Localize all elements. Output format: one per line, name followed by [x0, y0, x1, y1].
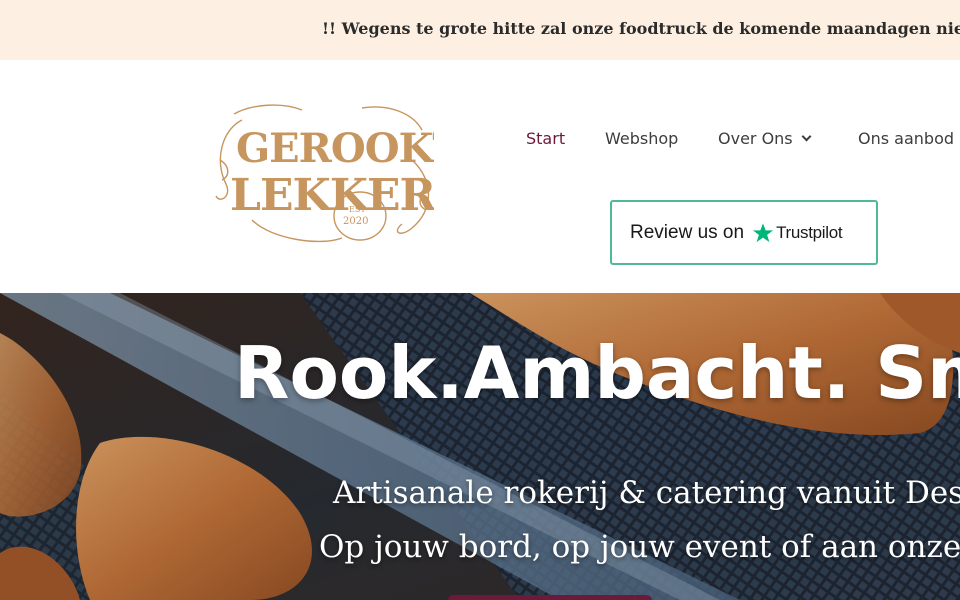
site-logo[interactable]: GEROOKT LEKKERS EST 2020 [212, 100, 434, 246]
announcement-bar: !! Wegens te grote hitte zal onze foodtr… [0, 0, 960, 60]
hero-cta-button[interactable] [448, 595, 652, 600]
nav-item-ons-aanbod[interactable]: Ons aanbod [858, 129, 954, 148]
logo-year: 2020 [343, 216, 368, 227]
trustpilot-star-icon [752, 222, 774, 242]
hero-title: Rook.Ambacht. Smaak. [234, 331, 960, 415]
announcement-text: !! Wegens te grote hitte zal onze foodtr… [322, 19, 960, 38]
logo-est: EST [349, 205, 366, 214]
nav-item-over-ons-label: Over Ons [718, 129, 793, 148]
nav-item-start[interactable]: Start [526, 129, 565, 148]
chevron-down-icon [801, 131, 812, 142]
trustpilot-review-button[interactable]: Review us on Trustpilot [610, 200, 878, 265]
hero-subtitle-line2: Op jouw bord, op jouw event of aan onze … [319, 529, 960, 565]
hero-section: Rook.Ambacht. Smaak. Artisanale rokerij … [0, 293, 960, 600]
main-nav: Start Webshop Over Ons Ons aanbod [0, 129, 960, 151]
logo-line2: LEKKERS [230, 170, 434, 221]
nav-item-over-ons[interactable]: Over Ons [718, 129, 812, 148]
hero-subtitle-line1: Artisanale rokerij & catering vanuit Des… [333, 475, 960, 511]
trustpilot-brand: Trustpilot [776, 222, 843, 242]
nav-item-webshop[interactable]: Webshop [605, 129, 678, 148]
trustpilot-label: Review us on [630, 221, 745, 243]
